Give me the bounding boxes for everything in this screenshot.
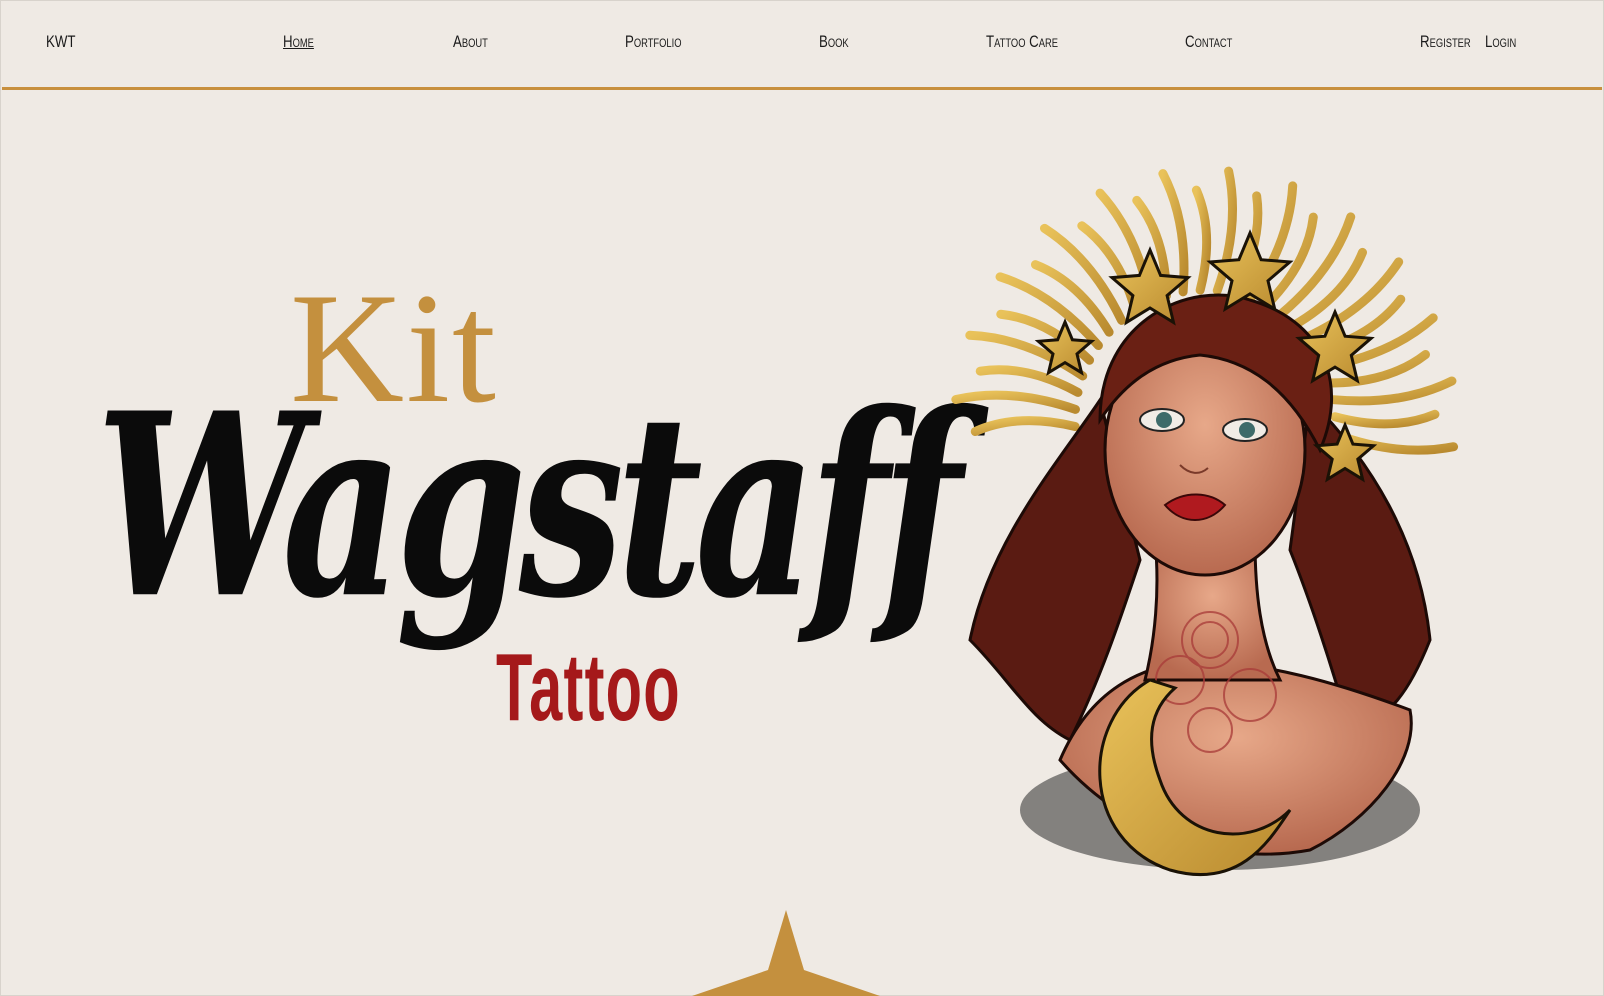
sun-ray bbox=[951, 390, 1080, 414]
sun-ray bbox=[1276, 212, 1356, 319]
sun-ray bbox=[970, 416, 1080, 436]
sun-ray bbox=[995, 272, 1103, 351]
star-icon bbox=[692, 910, 880, 996]
sun-ray bbox=[1330, 409, 1440, 429]
left-iris bbox=[1156, 412, 1172, 428]
nav-item-contact[interactable]: Contact bbox=[1185, 32, 1232, 52]
top-nav: KWT Home About Portfolio Book Tattoo Car… bbox=[2, 0, 1602, 90]
sun-woman-illustration bbox=[951, 166, 1459, 877]
nav-item-home[interactable]: Home bbox=[283, 32, 314, 52]
right-iris bbox=[1239, 422, 1255, 438]
hero-tattoo-label: Tattoo bbox=[496, 634, 681, 741]
nav-item-book[interactable]: Book bbox=[819, 32, 849, 52]
hero-last-name: Wagstaff bbox=[96, 357, 962, 655]
nav-item-tattoo-care[interactable]: Tattoo Care bbox=[986, 32, 1058, 52]
sun-ray bbox=[975, 365, 1083, 397]
register-link[interactable]: Register bbox=[1420, 32, 1471, 52]
sun-ray bbox=[1191, 185, 1212, 295]
nav-item-about[interactable]: About bbox=[453, 32, 488, 52]
nav-item-portfolio[interactable]: Portfolio bbox=[625, 32, 682, 52]
login-link[interactable]: Login bbox=[1485, 32, 1516, 52]
site-logo-link[interactable]: KWT bbox=[46, 32, 75, 52]
